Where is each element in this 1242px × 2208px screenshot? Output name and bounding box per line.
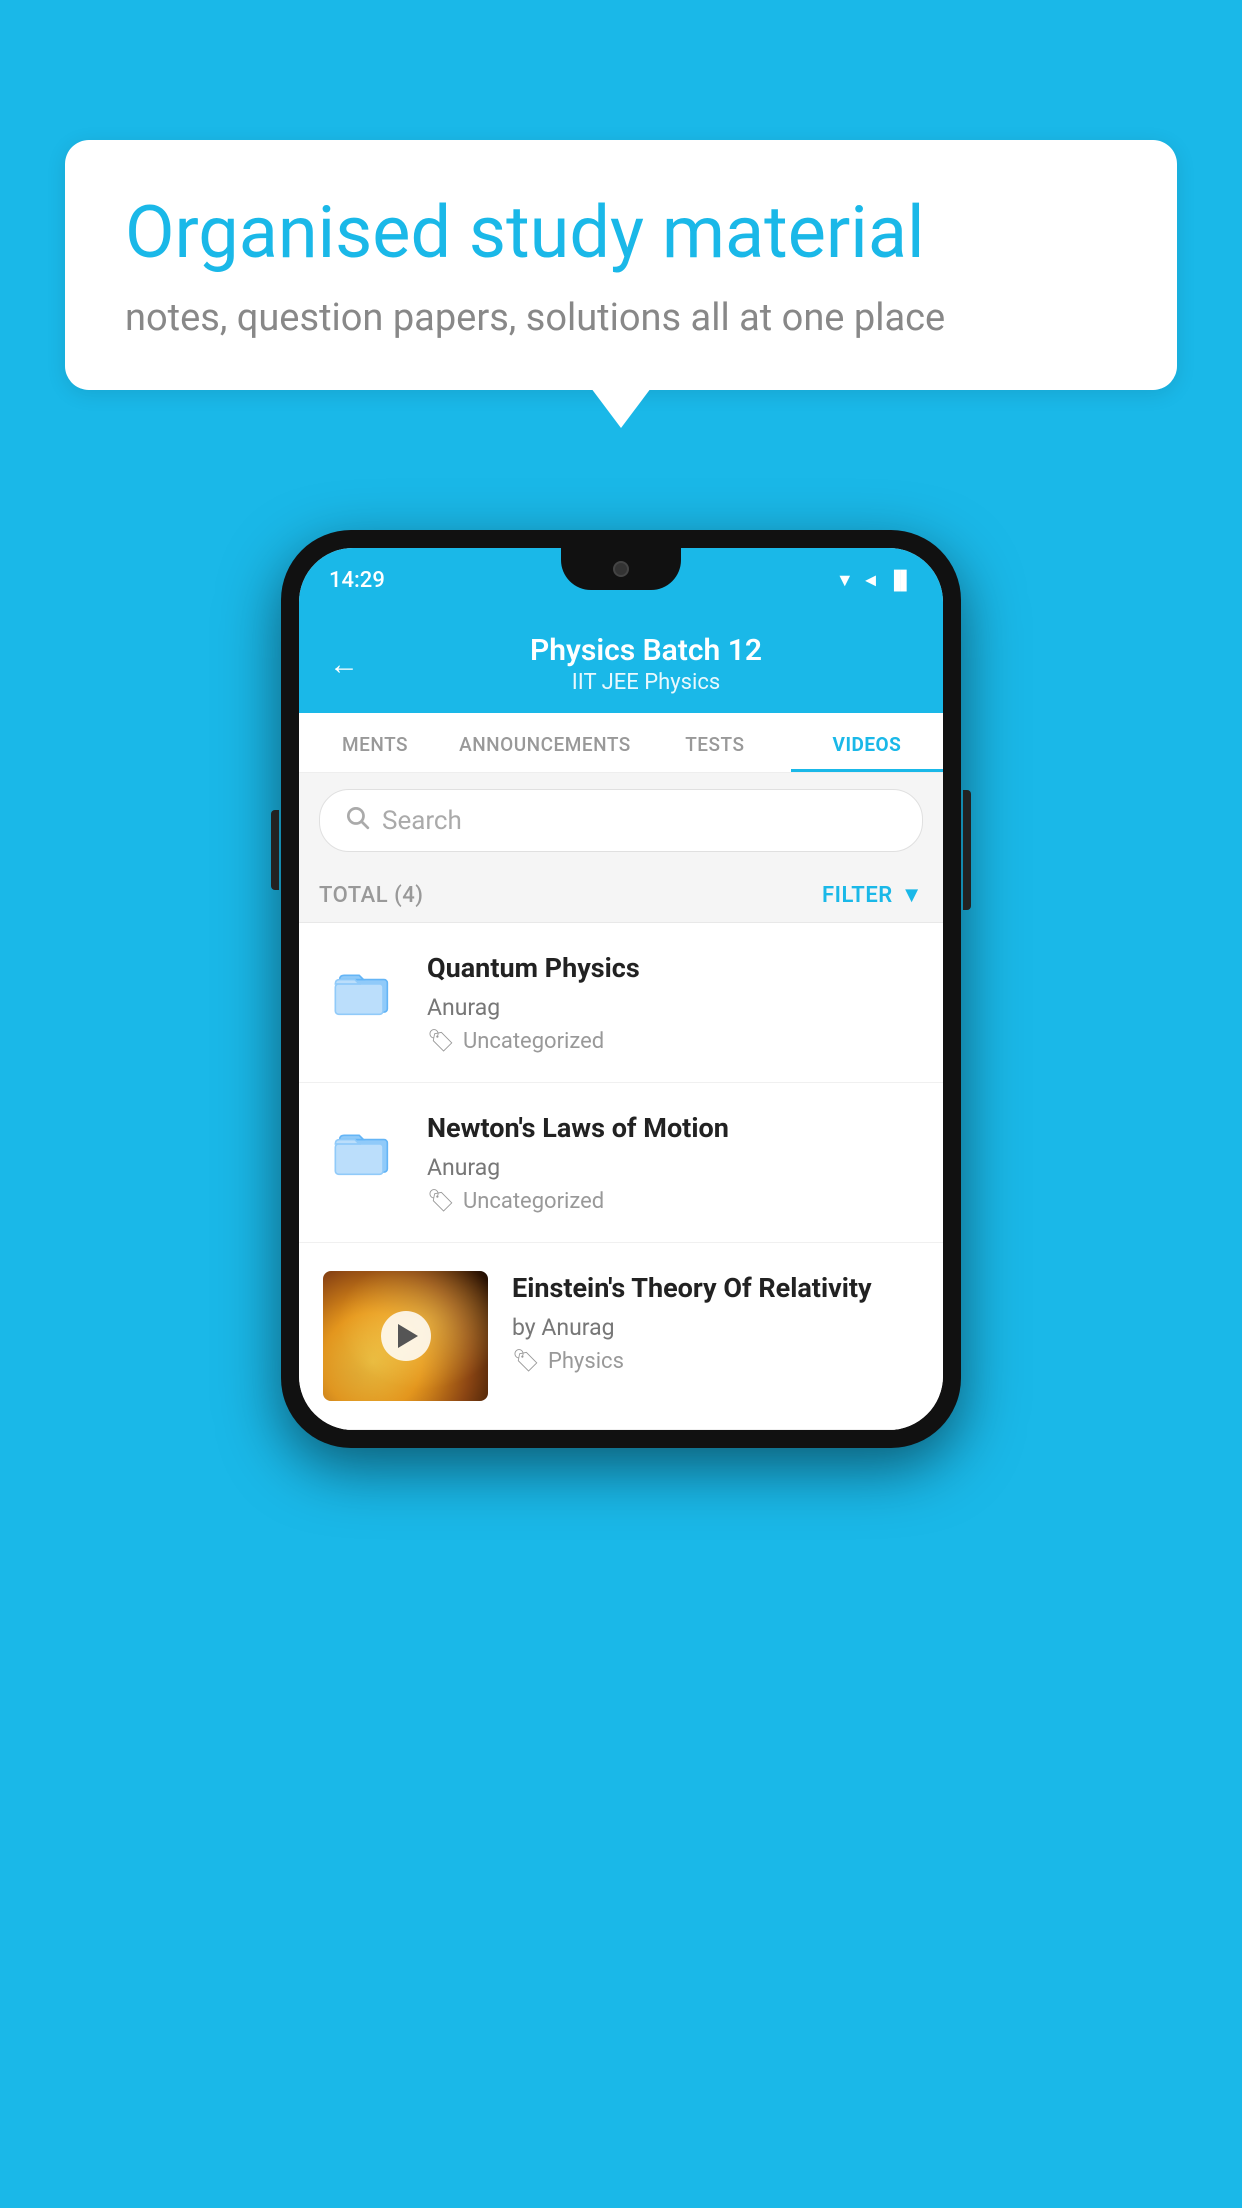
play-button[interactable] (381, 1311, 431, 1361)
video-info: Newton's Laws of Motion Anurag 🏷 Uncateg… (427, 1111, 919, 1214)
list-item[interactable]: Einstein's Theory Of Relativity by Anura… (299, 1243, 943, 1430)
play-icon (398, 1324, 418, 1348)
filter-icon: ▼ (901, 882, 923, 908)
speech-bubble-container: Organised study material notes, question… (65, 140, 1177, 390)
tag-label: Uncategorized (463, 1029, 604, 1054)
status-bar: 14:29 ▼ ◄ ▐▌ (299, 548, 943, 613)
search-icon (344, 804, 370, 837)
tag-label: Physics (548, 1349, 624, 1374)
speech-bubble: Organised study material notes, question… (65, 140, 1177, 390)
notch (561, 548, 681, 590)
folder-icon-container (323, 1111, 403, 1191)
tag-icon: 🏷 (427, 1189, 455, 1214)
list-item[interactable]: Newton's Laws of Motion Anurag 🏷 Uncateg… (299, 1083, 943, 1243)
video-tag: 🏷 Uncategorized (427, 1029, 919, 1054)
folder-icon (331, 1119, 396, 1184)
video-title: Einstein's Theory Of Relativity (512, 1271, 919, 1306)
tab-ments[interactable]: MENTS (299, 713, 451, 772)
video-author: by Anurag (512, 1314, 919, 1341)
video-author: Anurag (427, 1154, 919, 1181)
batch-tags: IIT JEE Physics (379, 670, 913, 695)
video-author: Anurag (427, 994, 919, 1021)
camera-dot (613, 561, 629, 577)
video-info: Einstein's Theory Of Relativity by Anura… (512, 1271, 919, 1374)
video-tag: 🏷 Physics (512, 1349, 919, 1374)
phone-outer: 14:29 ▼ ◄ ▐▌ ← Physics Batch 12 IIT JEE … (281, 530, 961, 1448)
phone-wrapper: 14:29 ▼ ◄ ▐▌ ← Physics Batch 12 IIT JEE … (281, 530, 961, 1448)
batch-title: Physics Batch 12 (379, 633, 913, 668)
signal-icon: ◄ (862, 570, 880, 591)
video-list: Quantum Physics Anurag 🏷 Uncategorized (299, 923, 943, 1430)
status-time: 14:29 (329, 568, 385, 593)
tab-videos[interactable]: VIDEOS (791, 713, 943, 772)
app-header: ← Physics Batch 12 IIT JEE Physics (299, 613, 943, 713)
tag-icon: 🏷 (512, 1349, 540, 1374)
tag-icon: 🏷 (427, 1029, 455, 1054)
tab-announcements[interactable]: ANNOUNCEMENTS (451, 713, 639, 772)
header-title-group: Physics Batch 12 IIT JEE Physics (379, 633, 913, 695)
video-thumbnail (323, 1271, 488, 1401)
video-title: Quantum Physics (427, 951, 919, 986)
folder-icon-container (323, 951, 403, 1031)
filter-bar: TOTAL (4) FILTER ▼ (299, 868, 943, 923)
status-icons: ▼ ◄ ▐▌ (836, 570, 913, 591)
list-item[interactable]: Quantum Physics Anurag 🏷 Uncategorized (299, 923, 943, 1083)
total-count: TOTAL (4) (319, 883, 423, 908)
search-container: Search (299, 773, 943, 868)
search-box[interactable]: Search (319, 789, 923, 852)
phone-screen: 14:29 ▼ ◄ ▐▌ ← Physics Batch 12 IIT JEE … (299, 548, 943, 1430)
bubble-title: Organised study material (125, 190, 1117, 276)
search-placeholder: Search (382, 806, 462, 836)
tag-label: Uncategorized (463, 1189, 604, 1214)
filter-label: FILTER (822, 883, 893, 908)
video-title: Newton's Laws of Motion (427, 1111, 919, 1146)
wifi-icon: ▼ (836, 570, 854, 591)
back-button[interactable]: ← (329, 647, 359, 682)
folder-icon (331, 959, 396, 1024)
bubble-subtitle: notes, question papers, solutions all at… (125, 296, 1117, 340)
video-tag: 🏷 Uncategorized (427, 1189, 919, 1214)
filter-button[interactable]: FILTER ▼ (822, 882, 923, 908)
tabs-bar: MENTS ANNOUNCEMENTS TESTS VIDEOS (299, 713, 943, 773)
tab-tests[interactable]: TESTS (639, 713, 791, 772)
battery-icon: ▐▌ (887, 570, 913, 591)
video-info: Quantum Physics Anurag 🏷 Uncategorized (427, 951, 919, 1054)
